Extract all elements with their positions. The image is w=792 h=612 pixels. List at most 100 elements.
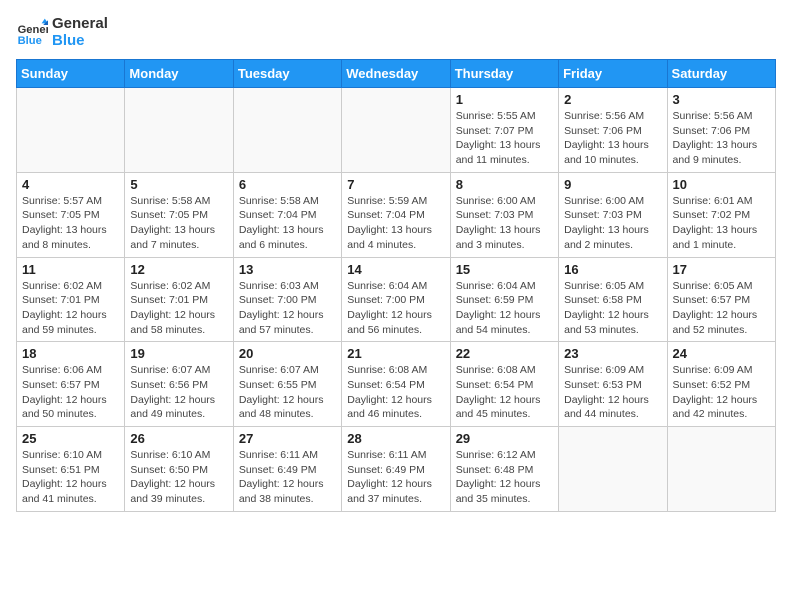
- day-info: Sunrise: 6:02 AMSunset: 7:01 PMDaylight:…: [22, 279, 119, 338]
- day-number: 13: [239, 262, 336, 277]
- calendar-header-saturday: Saturday: [667, 60, 775, 88]
- day-info: Sunrise: 6:04 AMSunset: 6:59 PMDaylight:…: [456, 279, 553, 338]
- calendar-cell: 8 Sunrise: 6:00 AMSunset: 7:03 PMDaylight…: [450, 172, 558, 257]
- calendar-cell: 20 Sunrise: 6:07 AMSunset: 6:55 PMDayligh…: [233, 342, 341, 427]
- day-info: Sunrise: 5:59 AMSunset: 7:04 PMDaylight:…: [347, 194, 444, 253]
- day-number: 14: [347, 262, 444, 277]
- logo-icon: General Blue: [16, 17, 48, 49]
- calendar-cell: 1 Sunrise: 5:55 AMSunset: 7:07 PMDaylight…: [450, 88, 558, 173]
- calendar-cell: 18Sunrise: 6:06 AMSunset: 6:57 PMDayligh…: [17, 342, 125, 427]
- day-info: Sunrise: 6:10 AMSunset: 6:50 PMDaylight:…: [130, 448, 227, 507]
- day-number: 2: [564, 92, 661, 107]
- calendar-cell: 16Sunrise: 6:05 AMSunset: 6:58 PMDayligh…: [559, 257, 667, 342]
- logo-general: General: [52, 16, 108, 33]
- day-number: 21: [347, 346, 444, 361]
- day-info: Sunrise: 6:11 AMSunset: 6:49 PMDaylight:…: [239, 448, 336, 507]
- logo-blue: Blue: [52, 33, 108, 50]
- calendar-cell: 7 Sunrise: 5:59 AMSunset: 7:04 PMDaylight…: [342, 172, 450, 257]
- calendar-cell: 6 Sunrise: 5:58 AMSunset: 7:04 PMDaylight…: [233, 172, 341, 257]
- day-info: Sunrise: 6:00 AMSunset: 7:03 PMDaylight:…: [564, 194, 661, 253]
- calendar-header-monday: Monday: [125, 60, 233, 88]
- day-number: 23: [564, 346, 661, 361]
- day-info: Sunrise: 6:04 AMSunset: 7:00 PMDaylight:…: [347, 279, 444, 338]
- day-number: 17: [673, 262, 770, 277]
- day-number: 20: [239, 346, 336, 361]
- page-header: General Blue General Blue: [16, 16, 776, 49]
- day-info: Sunrise: 5:56 AMSunset: 7:06 PMDaylight:…: [564, 109, 661, 168]
- day-number: 5: [130, 177, 227, 192]
- calendar-table: SundayMondayTuesdayWednesdayThursdayFrid…: [16, 59, 776, 512]
- day-info: Sunrise: 5:55 AMSunset: 7:07 PMDaylight:…: [456, 109, 553, 168]
- day-number: 15: [456, 262, 553, 277]
- calendar-cell: [17, 88, 125, 173]
- calendar-week-row: 25 Sunrise: 6:10 AMSunset: 6:51 PMDayligh…: [17, 427, 776, 512]
- day-info: Sunrise: 5:58 AMSunset: 7:04 PMDaylight:…: [239, 194, 336, 253]
- day-number: 24: [673, 346, 770, 361]
- day-info: Sunrise: 6:08 AMSunset: 6:54 PMDaylight:…: [456, 363, 553, 422]
- calendar-cell: [342, 88, 450, 173]
- day-number: 26: [130, 431, 227, 446]
- day-info: Sunrise: 5:57 AMSunset: 7:05 PMDaylight:…: [22, 194, 119, 253]
- day-info: Sunrise: 6:02 AMSunset: 7:01 PMDaylight:…: [130, 279, 227, 338]
- calendar-header-friday: Friday: [559, 60, 667, 88]
- calendar-cell: [667, 427, 775, 512]
- calendar-cell: [233, 88, 341, 173]
- calendar-cell: 9 Sunrise: 6:00 AMSunset: 7:03 PMDaylight…: [559, 172, 667, 257]
- day-info: Sunrise: 6:09 AMSunset: 6:52 PMDaylight:…: [673, 363, 770, 422]
- calendar-cell: 15 Sunrise: 6:04 AMSunset: 6:59 PMDayligh…: [450, 257, 558, 342]
- calendar-cell: 29 Sunrise: 6:12 AMSunset: 6:48 PMDayligh…: [450, 427, 558, 512]
- calendar-cell: 26 Sunrise: 6:10 AMSunset: 6:50 PMDayligh…: [125, 427, 233, 512]
- calendar-week-row: 4 Sunrise: 5:57 AMSunset: 7:05 PMDaylight…: [17, 172, 776, 257]
- day-info: Sunrise: 6:10 AMSunset: 6:51 PMDaylight:…: [22, 448, 119, 507]
- day-info: Sunrise: 6:07 AMSunset: 6:56 PMDaylight:…: [130, 363, 227, 422]
- calendar-cell: 13Sunrise: 6:03 AMSunset: 7:00 PMDayligh…: [233, 257, 341, 342]
- calendar-cell: 14 Sunrise: 6:04 AMSunset: 7:00 PMDayligh…: [342, 257, 450, 342]
- day-info: Sunrise: 6:07 AMSunset: 6:55 PMDaylight:…: [239, 363, 336, 422]
- calendar-cell: 4 Sunrise: 5:57 AMSunset: 7:05 PMDaylight…: [17, 172, 125, 257]
- day-number: 1: [456, 92, 553, 107]
- logo: General Blue General Blue: [16, 16, 108, 49]
- calendar-cell: 27 Sunrise: 6:11 AMSunset: 6:49 PMDayligh…: [233, 427, 341, 512]
- day-number: 27: [239, 431, 336, 446]
- calendar-cell: 19 Sunrise: 6:07 AMSunset: 6:56 PMDayligh…: [125, 342, 233, 427]
- day-info: Sunrise: 6:12 AMSunset: 6:48 PMDaylight:…: [456, 448, 553, 507]
- calendar-cell: 10Sunrise: 6:01 AMSunset: 7:02 PMDayligh…: [667, 172, 775, 257]
- day-number: 29: [456, 431, 553, 446]
- calendar-cell: 23 Sunrise: 6:09 AMSunset: 6:53 PMDayligh…: [559, 342, 667, 427]
- day-info: Sunrise: 5:58 AMSunset: 7:05 PMDaylight:…: [130, 194, 227, 253]
- day-info: Sunrise: 6:05 AMSunset: 6:57 PMDaylight:…: [673, 279, 770, 338]
- calendar-cell: 17 Sunrise: 6:05 AMSunset: 6:57 PMDayligh…: [667, 257, 775, 342]
- day-info: Sunrise: 6:09 AMSunset: 6:53 PMDaylight:…: [564, 363, 661, 422]
- calendar-cell: 21 Sunrise: 6:08 AMSunset: 6:54 PMDayligh…: [342, 342, 450, 427]
- calendar-header-tuesday: Tuesday: [233, 60, 341, 88]
- day-info: Sunrise: 6:08 AMSunset: 6:54 PMDaylight:…: [347, 363, 444, 422]
- calendar-header-thursday: Thursday: [450, 60, 558, 88]
- day-number: 3: [673, 92, 770, 107]
- day-info: Sunrise: 6:05 AMSunset: 6:58 PMDaylight:…: [564, 279, 661, 338]
- day-number: 7: [347, 177, 444, 192]
- calendar-header-wednesday: Wednesday: [342, 60, 450, 88]
- calendar-cell: 25 Sunrise: 6:10 AMSunset: 6:51 PMDayligh…: [17, 427, 125, 512]
- calendar-cell: 28Sunrise: 6:11 AMSunset: 6:49 PMDayligh…: [342, 427, 450, 512]
- day-number: 22: [456, 346, 553, 361]
- day-number: 4: [22, 177, 119, 192]
- calendar-week-row: 11Sunrise: 6:02 AMSunset: 7:01 PMDayligh…: [17, 257, 776, 342]
- day-number: 8: [456, 177, 553, 192]
- calendar-header-row: SundayMondayTuesdayWednesdayThursdayFrid…: [17, 60, 776, 88]
- day-info: Sunrise: 5:56 AMSunset: 7:06 PMDaylight:…: [673, 109, 770, 168]
- calendar-cell: 3 Sunrise: 5:56 AMSunset: 7:06 PMDaylight…: [667, 88, 775, 173]
- day-number: 12: [130, 262, 227, 277]
- day-number: 6: [239, 177, 336, 192]
- day-number: 9: [564, 177, 661, 192]
- day-number: 19: [130, 346, 227, 361]
- calendar-cell: 12 Sunrise: 6:02 AMSunset: 7:01 PMDayligh…: [125, 257, 233, 342]
- calendar-cell: [125, 88, 233, 173]
- calendar-cell: 24 Sunrise: 6:09 AMSunset: 6:52 PMDayligh…: [667, 342, 775, 427]
- calendar-cell: [559, 427, 667, 512]
- calendar-cell: 11Sunrise: 6:02 AMSunset: 7:01 PMDayligh…: [17, 257, 125, 342]
- calendar-header-sunday: Sunday: [17, 60, 125, 88]
- day-number: 25: [22, 431, 119, 446]
- svg-text:Blue: Blue: [18, 35, 42, 47]
- day-info: Sunrise: 6:00 AMSunset: 7:03 PMDaylight:…: [456, 194, 553, 253]
- calendar-cell: 22 Sunrise: 6:08 AMSunset: 6:54 PMDayligh…: [450, 342, 558, 427]
